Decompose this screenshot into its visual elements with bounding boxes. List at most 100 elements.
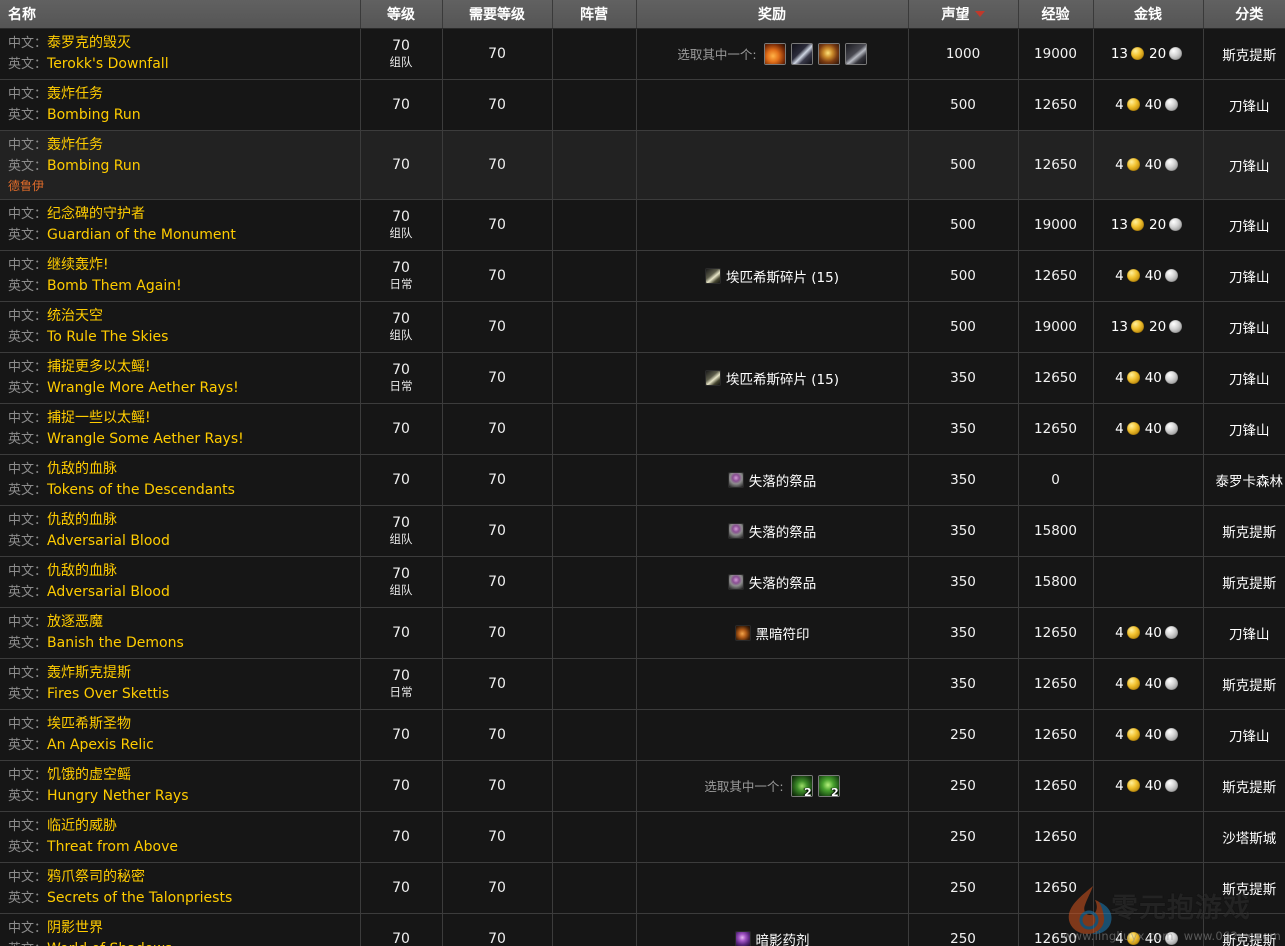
quest-name-cn[interactable]: 仇敌的血脉 [47, 512, 117, 528]
category-cell[interactable]: 斯克提斯 [1203, 658, 1285, 709]
table-row[interactable]: 中文：泰罗克的毁灭英文：Terokk's Downfall70组队70选取其中一… [0, 28, 1285, 79]
reward-item-icon[interactable] [818, 43, 840, 65]
category-value[interactable]: 刀锋山 [1229, 270, 1270, 286]
column-header-reward[interactable]: 奖励 [636, 0, 908, 28]
quest-name-en[interactable]: Terokk's Downfall [47, 56, 169, 72]
category-value[interactable]: 刀锋山 [1229, 423, 1270, 439]
column-header-cat[interactable]: 分类 [1203, 0, 1285, 28]
table-row[interactable]: 中文：继续轰炸!英文：Bomb Them Again!70日常70埃匹希斯碎片 … [0, 250, 1285, 301]
category-cell[interactable]: 刀锋山 [1203, 130, 1285, 199]
quest-name-cn[interactable]: 捕捉更多以太鳐! [47, 359, 151, 375]
quest-name-cell[interactable]: 中文：轰炸任务英文：Bombing Run德鲁伊 [0, 130, 360, 199]
quest-name-cell[interactable]: 中文：泰罗克的毁灭英文：Terokk's Downfall [0, 28, 360, 79]
column-header-rep[interactable]: 声望 [908, 0, 1018, 28]
reward-item[interactable]: 埃匹希斯碎片 (15) [643, 368, 902, 388]
table-row[interactable]: 中文：鸦爪祭司的秘密英文：Secrets of the Talonpriests… [0, 862, 1285, 913]
category-cell[interactable]: 刀锋山 [1203, 352, 1285, 403]
table-row[interactable]: 中文：临近的威胁英文：Threat from Above707025012650… [0, 811, 1285, 862]
quest-name-cn[interactable]: 临近的威胁 [47, 818, 117, 834]
quest-name-cell[interactable]: 中文：临近的威胁英文：Threat from Above [0, 811, 360, 862]
quest-name-cn[interactable]: 仇敌的血脉 [47, 461, 117, 477]
quest-name-cell[interactable]: 中文：捕捉更多以太鳐!英文：Wrangle More Aether Rays! [0, 352, 360, 403]
quest-name-en[interactable]: Adversarial Blood [47, 584, 170, 600]
quest-name-cell[interactable]: 中文：统治天空英文：To Rule The Skies [0, 301, 360, 352]
category-value[interactable]: 刀锋山 [1229, 99, 1270, 115]
table-row[interactable]: 中文：轰炸任务英文：Bombing Run707050012650440刀锋山 [0, 79, 1285, 130]
reward-item-icon[interactable] [791, 43, 813, 65]
quest-name-cell[interactable]: 中文：轰炸任务英文：Bombing Run [0, 79, 360, 130]
category-value[interactable]: 斯克提斯 [1222, 780, 1276, 796]
quest-name-cn[interactable]: 纪念碑的守护者 [47, 206, 145, 222]
quest-name-cell[interactable]: 中文：仇敌的血脉英文：Adversarial Blood [0, 505, 360, 556]
quest-name-cell[interactable]: 中文：鸦爪祭司的秘密英文：Secrets of the Talonpriests [0, 862, 360, 913]
table-row[interactable]: 中文：统治天空英文：To Rule The Skies70组队705001900… [0, 301, 1285, 352]
category-value[interactable]: 斯克提斯 [1222, 576, 1276, 592]
quest-name-en[interactable]: Tokens of the Descendants [47, 482, 235, 498]
column-header-level[interactable]: 等级 [360, 0, 442, 28]
reward-item-icon[interactable] [764, 43, 786, 65]
reward-item-name[interactable]: 失落的祭品 [749, 572, 817, 592]
category-cell[interactable]: 刀锋山 [1203, 301, 1285, 352]
category-cell[interactable]: 沙塔斯城 [1203, 811, 1285, 862]
category-cell[interactable]: 刀锋山 [1203, 79, 1285, 130]
column-header-money[interactable]: 金钱 [1093, 0, 1203, 28]
quest-name-cn[interactable]: 饥饿的虚空鳐 [47, 767, 131, 783]
quest-name-cn[interactable]: 泰罗克的毁灭 [47, 35, 131, 51]
category-cell[interactable]: 刀锋山 [1203, 607, 1285, 658]
column-header-exp[interactable]: 经验 [1018, 0, 1093, 28]
reward-item-icon[interactable]: 2 [818, 775, 840, 797]
category-cell[interactable]: 泰罗卡森林 [1203, 454, 1285, 505]
reward-item[interactable]: 失落的祭品 [643, 470, 902, 490]
quest-name-cn[interactable]: 埃匹希斯圣物 [47, 716, 131, 732]
quest-name-cell[interactable]: 中文：仇敌的血脉英文：Tokens of the Descendants [0, 454, 360, 505]
quest-name-cn[interactable]: 鸦爪祭司的秘密 [47, 869, 145, 885]
category-cell[interactable]: 刀锋山 [1203, 199, 1285, 250]
table-row[interactable]: 中文：捕捉一些以太鳐!英文：Wrangle Some Aether Rays!7… [0, 403, 1285, 454]
quest-name-cn[interactable]: 继续轰炸! [47, 257, 109, 273]
table-row[interactable]: 中文：仇敌的血脉英文：Adversarial Blood70组队70失落的祭品3… [0, 505, 1285, 556]
category-cell[interactable]: 斯克提斯 [1203, 913, 1285, 946]
quest-name-cn[interactable]: 仇敌的血脉 [47, 563, 117, 579]
quest-name-en[interactable]: Banish the Demons [47, 635, 184, 651]
sort-descending-icon[interactable] [975, 11, 985, 17]
quest-name-en[interactable]: Hungry Nether Rays [47, 788, 189, 804]
reward-item-icon[interactable]: 2 [791, 775, 813, 797]
table-row[interactable]: 中文：仇敌的血脉英文：Adversarial Blood70组队70失落的祭品3… [0, 556, 1285, 607]
table-row[interactable]: 中文：埃匹希斯圣物英文：An Apexis Relic7070250126504… [0, 709, 1285, 760]
quest-name-en[interactable]: Guardian of the Monument [47, 227, 236, 243]
category-value[interactable]: 斯克提斯 [1222, 882, 1276, 898]
reward-item[interactable]: 失落的祭品 [643, 572, 902, 592]
quest-name-cell[interactable]: 中文：饥饿的虚空鳐英文：Hungry Nether Rays [0, 760, 360, 811]
quest-name-cell[interactable]: 中文：埃匹希斯圣物英文：An Apexis Relic [0, 709, 360, 760]
quest-name-en[interactable]: Bomb Them Again! [47, 278, 182, 294]
quest-name-cn[interactable]: 捕捉一些以太鳐! [47, 410, 151, 426]
quest-name-en[interactable]: Wrangle More Aether Rays! [47, 380, 239, 396]
quest-name-en[interactable]: To Rule The Skies [47, 329, 168, 345]
quest-name-cn[interactable]: 阴影世界 [47, 920, 103, 936]
quest-name-en[interactable]: Bombing Run [47, 158, 141, 174]
reward-item[interactable]: 失落的祭品 [643, 521, 902, 541]
column-header-req[interactable]: 需要等级 [442, 0, 552, 28]
reward-item[interactable]: 暗影药剂 [643, 929, 902, 946]
table-row[interactable]: 中文：阴影世界英文：World of Shadows7070暗影药剂250126… [0, 913, 1285, 946]
quest-name-en[interactable]: Adversarial Blood [47, 533, 170, 549]
reward-item-name[interactable]: 黑暗符印 [756, 623, 810, 643]
quest-name-cell[interactable]: 中文：轰炸斯克提斯英文：Fires Over Skettis [0, 658, 360, 709]
reward-item-name[interactable]: 埃匹希斯碎片 (15) [726, 368, 839, 388]
category-value[interactable]: 沙塔斯城 [1222, 831, 1276, 847]
reward-item[interactable]: 黑暗符印 [643, 623, 902, 643]
category-value[interactable]: 刀锋山 [1229, 321, 1270, 337]
quest-name-en[interactable]: Fires Over Skettis [47, 686, 169, 702]
quest-name-cn[interactable]: 统治天空 [47, 308, 103, 324]
category-value[interactable]: 刀锋山 [1229, 729, 1270, 745]
table-row[interactable]: 中文：放逐恶魔英文：Banish the Demons7070黑暗符印35012… [0, 607, 1285, 658]
category-cell[interactable]: 斯克提斯 [1203, 556, 1285, 607]
quest-name-cn[interactable]: 轰炸任务 [47, 137, 103, 153]
category-value[interactable]: 泰罗卡森林 [1216, 474, 1284, 490]
category-value[interactable]: 刀锋山 [1229, 372, 1270, 388]
category-cell[interactable]: 斯克提斯 [1203, 28, 1285, 79]
quest-name-en[interactable]: World of Shadows [47, 941, 172, 946]
table-row[interactable]: 中文：纪念碑的守护者英文：Guardian of the Monument70组… [0, 199, 1285, 250]
table-row[interactable]: 中文：轰炸斯克提斯英文：Fires Over Skettis70日常703501… [0, 658, 1285, 709]
reward-item-name[interactable]: 暗影药剂 [756, 929, 810, 946]
